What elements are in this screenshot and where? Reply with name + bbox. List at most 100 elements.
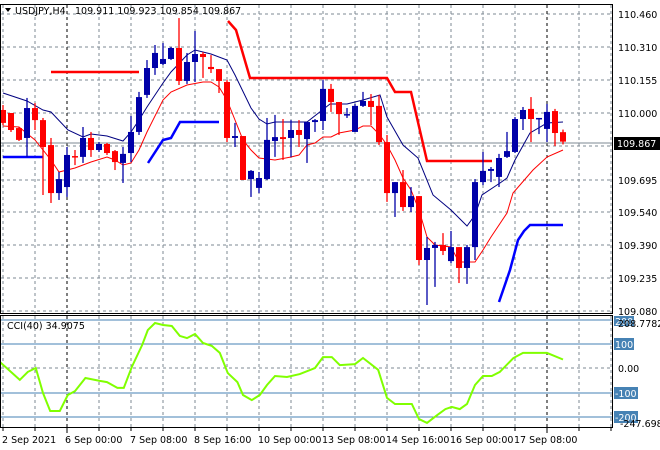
candle-body	[96, 143, 102, 151]
candle-body	[144, 68, 150, 95]
cci-level-100-label: 100	[615, 340, 633, 351]
candle-body	[88, 137, 94, 151]
candle-body	[160, 58, 166, 64]
bear-candle	[112, 150, 118, 171]
price-label: 109.390	[618, 241, 657, 252]
candle-body	[304, 122, 310, 140]
price-label: 109.540	[618, 208, 657, 219]
bear-candle	[336, 102, 342, 135]
candle-body	[240, 136, 246, 180]
candle-body	[112, 151, 118, 163]
bear-candle	[400, 170, 406, 211]
candle-body	[448, 247, 454, 262]
cci-min-label: -247.6987	[620, 419, 660, 430]
bull-candle	[144, 60, 150, 98]
price-label: 110.000	[618, 109, 657, 120]
price-label: 110.155	[618, 76, 657, 87]
lower-step-line	[497, 223, 563, 303]
bear-candle	[384, 134, 390, 202]
bull-candle	[408, 187, 414, 213]
bull-candle	[64, 147, 70, 197]
candle-body	[352, 105, 358, 132]
bull-candle	[472, 179, 478, 261]
candle-body	[168, 47, 174, 59]
bull-candle	[136, 91, 142, 135]
bull-candle	[80, 126, 86, 163]
bull-candle	[96, 142, 102, 152]
bull-candle	[256, 171, 262, 194]
candle-body	[552, 111, 558, 134]
candle-body	[296, 130, 302, 135]
bear-candle	[560, 129, 566, 145]
candle-body	[128, 131, 134, 154]
candle-body	[440, 244, 446, 251]
bear-candle	[208, 55, 214, 73]
candle-body	[16, 128, 22, 140]
bear-candle	[280, 119, 286, 160]
bear-candle	[456, 247, 462, 284]
time-label: 7 Sep 08:00	[130, 435, 187, 446]
chart-window[interactable]: USDJPY,H4 109.911 109.923 109.854 109.86…	[0, 0, 660, 450]
candle-body	[72, 156, 78, 158]
candle-body	[544, 111, 550, 129]
candle-body	[256, 178, 262, 188]
bull-candle	[312, 119, 318, 132]
bull-candle	[320, 80, 326, 131]
candle-body	[288, 130, 294, 138]
price-axis[interactable]: 110.460 110.310 110.155 110.000 109.695 …	[614, 10, 660, 318]
bull-candle	[152, 44, 158, 75]
candle-body	[80, 137, 86, 157]
candle-body	[512, 119, 518, 152]
candle-body	[312, 120, 318, 123]
bull-candle	[264, 117, 270, 180]
bear-candle	[224, 80, 230, 143]
candle-body	[504, 151, 510, 157]
candle-body	[520, 109, 526, 120]
cci-line	[0, 321, 564, 425]
candle-body	[104, 143, 110, 154]
candle-body	[24, 108, 30, 138]
candle-body	[368, 100, 374, 107]
bear-candle	[8, 113, 14, 132]
bear-candle	[440, 233, 446, 256]
candle-body	[344, 114, 350, 116]
bull-candle	[480, 151, 486, 186]
cci-title: CCI(40) 34.9075	[7, 321, 85, 332]
bull-candle	[512, 117, 518, 154]
bull-candle	[248, 170, 254, 197]
candle-body	[328, 88, 334, 103]
cci-zero-label: 0.00	[618, 364, 639, 375]
time-label: 17 Sep 08:00	[514, 435, 577, 446]
candle-body	[536, 117, 542, 120]
candle-body	[480, 170, 486, 183]
bull-candle	[160, 43, 166, 66]
price-label: 110.460	[618, 10, 657, 21]
bull-candle	[520, 106, 526, 131]
bull-candle	[192, 30, 198, 83]
time-label: 8 Sep 16:00	[194, 435, 251, 446]
dropdown-triangle-icon[interactable]	[5, 8, 11, 12]
candle-body	[136, 97, 142, 132]
candle-body	[416, 196, 422, 261]
bear-candle	[48, 137, 54, 203]
bull-candle	[504, 131, 510, 158]
candle-body	[384, 142, 390, 194]
candle-body	[152, 52, 158, 69]
candle-body	[272, 137, 278, 141]
cci-level-minus-100-label: -100	[615, 389, 637, 400]
price-label: 109.235	[618, 274, 657, 285]
bull-candle	[424, 236, 430, 305]
time-axis[interactable]: 2 Sep 2021 6 Sep 00:00 7 Sep 08:00 8 Sep…	[2, 435, 577, 446]
candle-body	[216, 69, 222, 81]
moving-average-red	[2, 81, 564, 263]
bear-candle	[72, 150, 78, 166]
ohlc-readout: 109.911 109.923 109.854 109.867	[75, 6, 241, 17]
candle-body	[64, 154, 70, 188]
bull-candle	[432, 241, 438, 287]
bear-candle	[376, 94, 382, 146]
bull-candle	[544, 103, 550, 143]
bear-candle	[104, 142, 110, 155]
candle-body	[560, 132, 566, 142]
bear-candle	[328, 83, 334, 112]
candle-body	[224, 82, 230, 138]
